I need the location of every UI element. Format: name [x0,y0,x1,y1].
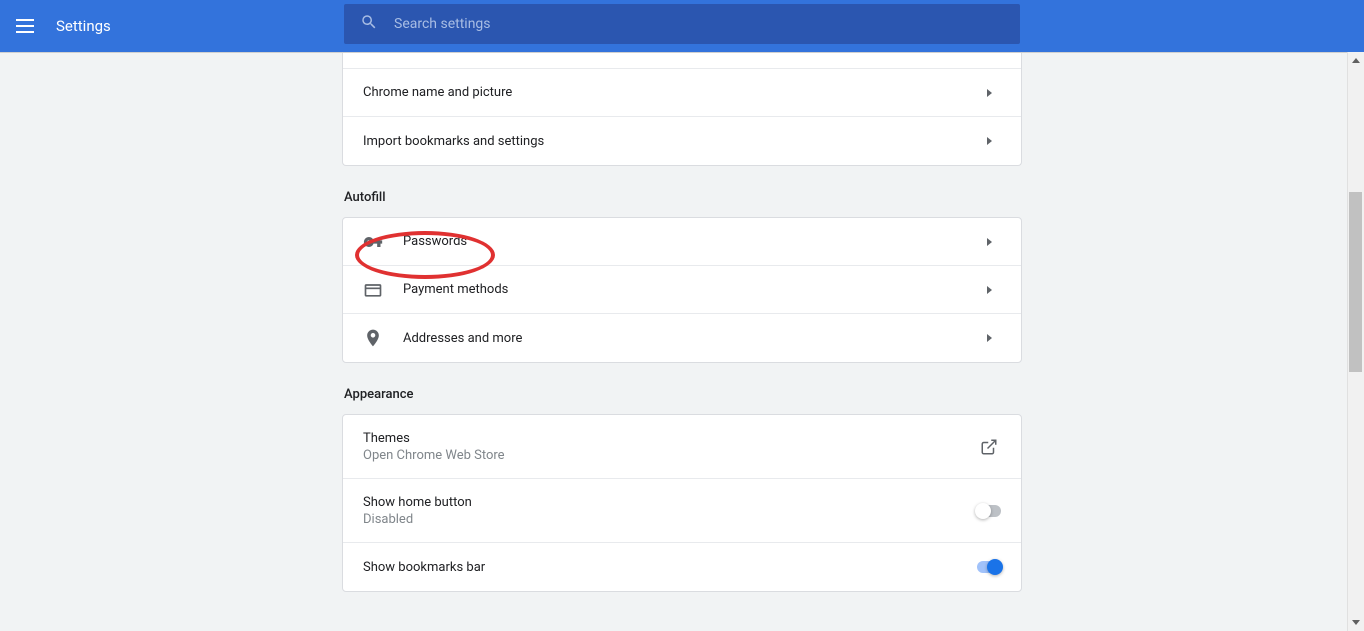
partial-row-cutoff [343,53,1021,69]
row-label: Import bookmarks and settings [363,134,977,149]
section-title-appearance: Appearance [344,387,1022,402]
hamburger-menu-icon[interactable] [16,14,40,38]
content-area: Chrome name and picture Import bookmarks… [0,52,1364,631]
external-link-icon [977,438,1001,456]
scroll-up-arrow-icon[interactable] [1348,52,1364,69]
bookmarks-bar-toggle[interactable] [977,561,1001,573]
header-bar: Settings [0,0,1364,52]
search-icon [360,13,378,35]
vertical-scrollbar[interactable] [1347,52,1364,631]
chrome-name-picture-row[interactable]: Chrome name and picture [343,69,1021,117]
show-bookmarks-bar-row[interactable]: Show bookmarks bar [343,543,1021,591]
row-label: Show home button [363,495,977,510]
themes-row[interactable]: Themes Open Chrome Web Store [343,415,1021,479]
scroll-down-arrow-icon[interactable] [1348,614,1364,631]
passwords-row[interactable]: Passwords [343,218,1021,266]
row-label: Themes [363,431,977,446]
chevron-right-icon [977,334,1001,342]
row-label: Chrome name and picture [363,85,977,100]
row-subtitle: Disabled [363,512,977,527]
addresses-row[interactable]: Addresses and more [343,314,1021,362]
location-icon [363,328,403,348]
payment-methods-row[interactable]: Payment methods [343,266,1021,314]
row-label: Payment methods [403,282,977,297]
row-label: Show bookmarks bar [363,560,977,575]
credit-card-icon [363,280,403,300]
chevron-right-icon [977,89,1001,97]
import-bookmarks-row[interactable]: Import bookmarks and settings [343,117,1021,165]
you-and-google-card-partial: Chrome name and picture Import bookmarks… [342,53,1022,166]
chevron-right-icon [977,137,1001,145]
search-input[interactable] [394,16,1004,32]
scroll-thumb[interactable] [1349,192,1362,372]
appearance-card: Themes Open Chrome Web Store Show home b… [342,414,1022,592]
row-label: Addresses and more [403,331,977,346]
row-subtitle: Open Chrome Web Store [363,448,977,463]
search-bar[interactable] [344,4,1020,44]
page-title: Settings [56,17,111,35]
key-icon [363,232,403,252]
chevron-right-icon [977,238,1001,246]
show-home-button-row[interactable]: Show home button Disabled [343,479,1021,543]
chevron-right-icon [977,286,1001,294]
section-title-autofill: Autofill [344,190,1022,205]
autofill-card: Passwords Payment methods Addresses and … [342,217,1022,363]
home-button-toggle[interactable] [977,505,1001,517]
row-label: Passwords [403,234,977,249]
